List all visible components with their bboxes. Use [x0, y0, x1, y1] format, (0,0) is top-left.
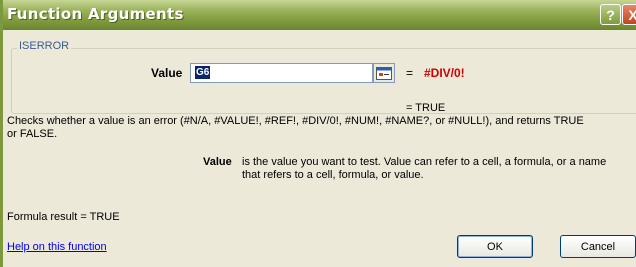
close-icon: X: [628, 7, 636, 23]
ok-button[interactable]: OK: [457, 235, 533, 258]
parameter-help-name: Value: [203, 156, 232, 168]
dialog-title: Function Arguments: [7, 5, 184, 23]
function-name-label: ISERROR: [17, 40, 72, 52]
parameter-help-line2: that refers to a cell, formula, or value…: [242, 169, 424, 181]
help-on-function-link[interactable]: Help on this function: [7, 241, 107, 253]
cancel-button[interactable]: Cancel: [560, 235, 636, 258]
value-argument-input[interactable]: G6: [190, 63, 373, 83]
formula-result: Formula result = TRUE: [7, 211, 120, 223]
help-button[interactable]: ?: [600, 4, 621, 25]
function-description-line1: Checks whether a value is an error (#N/A…: [7, 115, 584, 127]
parameter-help-description: is the value you want to test. Value can…: [242, 156, 636, 182]
title-bar[interactable]: Function Arguments ? X: [3, 0, 636, 30]
argument-input-text: G6: [195, 66, 211, 79]
collapse-dialog-button[interactable]: [373, 63, 395, 83]
help-icon: ?: [606, 6, 615, 23]
function-arguments-dialog: Function Arguments ? X ISERROR Value G6 …: [0, 0, 636, 267]
collapse-dialog-icon: [376, 66, 392, 80]
argument-evaluated-value: #DIV/0!: [424, 66, 465, 80]
argument-equals-sign: =: [406, 66, 414, 80]
function-overall-result: = TRUE: [406, 102, 446, 114]
argument-label: Value: [151, 66, 183, 80]
parameter-help-line1: is the value you want to test. Value can…: [242, 156, 607, 168]
close-button[interactable]: X: [622, 4, 636, 25]
function-description-line2: or FALSE.: [7, 128, 58, 140]
